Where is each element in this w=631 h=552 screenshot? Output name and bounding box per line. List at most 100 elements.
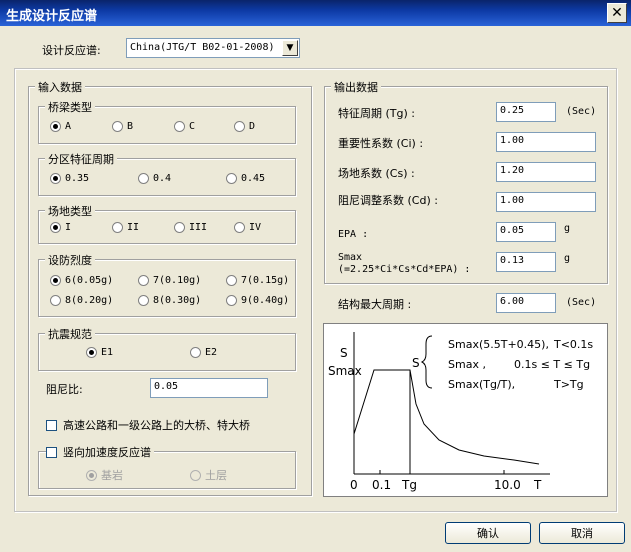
radio-input-intensity-4[interactable]: 8(0.30g) — [138, 295, 201, 306]
radio-input-intensity-5[interactable]: 9(0.40g) — [226, 295, 289, 306]
radio-input-bridge_type-1[interactable]: B — [112, 121, 133, 132]
ci-input[interactable]: 1.00 — [496, 132, 596, 152]
radio-dot[interactable] — [138, 173, 149, 184]
radio-label: I — [65, 222, 72, 233]
highway-checkbox-label: 高速公路和一级公路上的大桥、特大桥 — [63, 419, 250, 432]
radio-label: B — [127, 121, 134, 132]
radio-dot[interactable] — [234, 121, 245, 132]
vertical-checkbox[interactable]: 竖向加速度反应谱 — [46, 444, 154, 460]
radio-dot[interactable] — [50, 222, 61, 233]
cancel-button[interactable]: 取消 — [539, 522, 625, 544]
title-bar: 生成设计反应谱 ✕ — [0, 0, 631, 26]
cd-input[interactable]: 1.00 — [496, 192, 596, 212]
highway-checkbox[interactable]: 高速公路和一级公路上的大桥、特大桥 — [46, 417, 250, 433]
radio-vertical-1[interactable]: 土层 — [190, 467, 227, 483]
radio-input-site-3[interactable]: IV — [234, 222, 261, 233]
radio-input-bridge_type-3[interactable]: D — [234, 121, 255, 132]
formula-3: Smax(Tg/T), — [448, 378, 516, 391]
radio-label: 7(0.10g) — [153, 275, 202, 286]
radio-dot[interactable] — [190, 347, 201, 358]
smax-input[interactable]: 0.13 — [496, 252, 556, 272]
cond-2: 0.1s ≤ T ≤ Tg — [514, 358, 591, 371]
radio-input-site-2[interactable]: III — [174, 222, 207, 233]
x-tick-tg: Tg — [402, 478, 417, 492]
radio-label: A — [65, 121, 72, 132]
radio-dot[interactable] — [50, 295, 61, 306]
max-period-label: 结构最大周期 : — [338, 298, 412, 311]
site-legend: 场地类型 — [45, 203, 95, 219]
radio-input-site-1[interactable]: II — [112, 222, 139, 233]
radio-dot[interactable] — [112, 222, 123, 233]
smax-sublabel: (=2.25*Ci*Cs*Cd*EPA) : — [338, 264, 471, 275]
tg-label: 特征周期 (Tg) : — [338, 107, 415, 120]
radio-input-bridge_type-0[interactable]: A — [50, 121, 71, 132]
vertical-checkbox-label: 竖向加速度反应谱 — [63, 446, 151, 459]
close-button[interactable]: ✕ — [607, 3, 627, 23]
radio-label: IV — [249, 222, 262, 233]
tg-unit: (Sec) — [566, 106, 597, 117]
radio-dot[interactable] — [174, 222, 185, 233]
max-period-input[interactable]: 6.00 — [496, 293, 556, 313]
radio-input-intensity-0[interactable]: 6(0.05g) — [50, 275, 113, 286]
ci-label: 重要性系数 (Ci) : — [338, 137, 424, 150]
radio-input-bridge_type-2[interactable]: C — [174, 121, 195, 132]
spectrum-diagram: S Smax S Smax(5.5T+0.45), T<0.1s Smax , … — [323, 323, 608, 497]
radio-dot[interactable] — [50, 173, 61, 184]
radio-label: 土层 — [205, 469, 227, 482]
radio-input-code-1[interactable]: E2 — [190, 347, 217, 358]
radio-dot[interactable] — [138, 275, 149, 286]
x-tick-t: T — [534, 478, 542, 492]
formula-s: S — [412, 356, 420, 370]
radio-label: 8(0.30g) — [153, 295, 202, 306]
radio-dot[interactable] — [190, 469, 201, 481]
radio-label: 基岩 — [101, 469, 123, 482]
checkbox-box[interactable] — [46, 419, 57, 431]
radio-input-site-0[interactable]: I — [50, 222, 71, 233]
x-tick-0-1: 0.1 — [372, 478, 392, 492]
radio-input-intensity-3[interactable]: 8(0.20g) — [50, 295, 113, 306]
checkbox-box[interactable] — [46, 446, 57, 458]
max-period-unit: (Sec) — [566, 297, 597, 308]
epa-input[interactable]: 0.05 — [496, 222, 556, 242]
radio-label: 7(0.15g) — [241, 275, 290, 286]
period-legend: 分区特征周期 — [45, 151, 117, 167]
radio-dot[interactable] — [50, 275, 61, 286]
tg-input[interactable]: 0.25 — [496, 102, 556, 122]
bridge-type-group: 桥梁类型 — [38, 99, 296, 144]
formula-2: Smax , — [448, 358, 486, 371]
radio-input-intensity-1[interactable]: 7(0.10g) — [138, 275, 201, 286]
y-smax-label: Smax — [328, 364, 362, 378]
radio-dot[interactable] — [86, 469, 97, 481]
radio-dot[interactable] — [86, 347, 97, 358]
radio-label: 8(0.20g) — [65, 295, 114, 306]
spectrum-select[interactable]: China(JTG/T B02-01-2008) ▼ — [126, 38, 300, 58]
radio-input-period-2[interactable]: 0.45 — [226, 173, 265, 184]
radio-dot[interactable] — [226, 173, 237, 184]
code-legend: 抗震规范 — [45, 326, 95, 342]
chevron-down-icon[interactable]: ▼ — [282, 40, 298, 56]
radio-vertical-0[interactable]: 基岩 — [86, 467, 123, 483]
radio-input-code-0[interactable]: E1 — [86, 347, 113, 358]
ok-button[interactable]: 确认 — [445, 522, 531, 544]
radio-dot[interactable] — [50, 121, 61, 132]
radio-input-period-1[interactable]: 0.4 — [138, 173, 171, 184]
radio-label: E1 — [101, 347, 114, 358]
spectrum-value: China(JTG/T B02-01-2008) — [130, 42, 275, 53]
radio-dot[interactable] — [138, 295, 149, 306]
input-legend: 输入数据 — [35, 79, 85, 95]
radio-dot[interactable] — [226, 275, 237, 286]
bridge-type-legend: 桥梁类型 — [45, 99, 95, 115]
cs-input[interactable]: 1.20 — [496, 162, 596, 182]
radio-input-period-0[interactable]: 0.35 — [50, 173, 89, 184]
radio-dot[interactable] — [174, 121, 185, 132]
damping-input[interactable]: 0.05 — [150, 378, 268, 398]
x-tick-10: 10.0 — [494, 478, 521, 492]
cond-3: T>Tg — [554, 378, 584, 391]
cd-label: 阻尼调整系数 (Cd) : — [338, 194, 438, 207]
radio-dot[interactable] — [226, 295, 237, 306]
radio-input-intensity-2[interactable]: 7(0.15g) — [226, 275, 289, 286]
radio-label: 0.45 — [241, 173, 266, 184]
radio-dot[interactable] — [112, 121, 123, 132]
spectrum-label: 设计反应谱: — [42, 44, 101, 57]
radio-dot[interactable] — [234, 222, 245, 233]
